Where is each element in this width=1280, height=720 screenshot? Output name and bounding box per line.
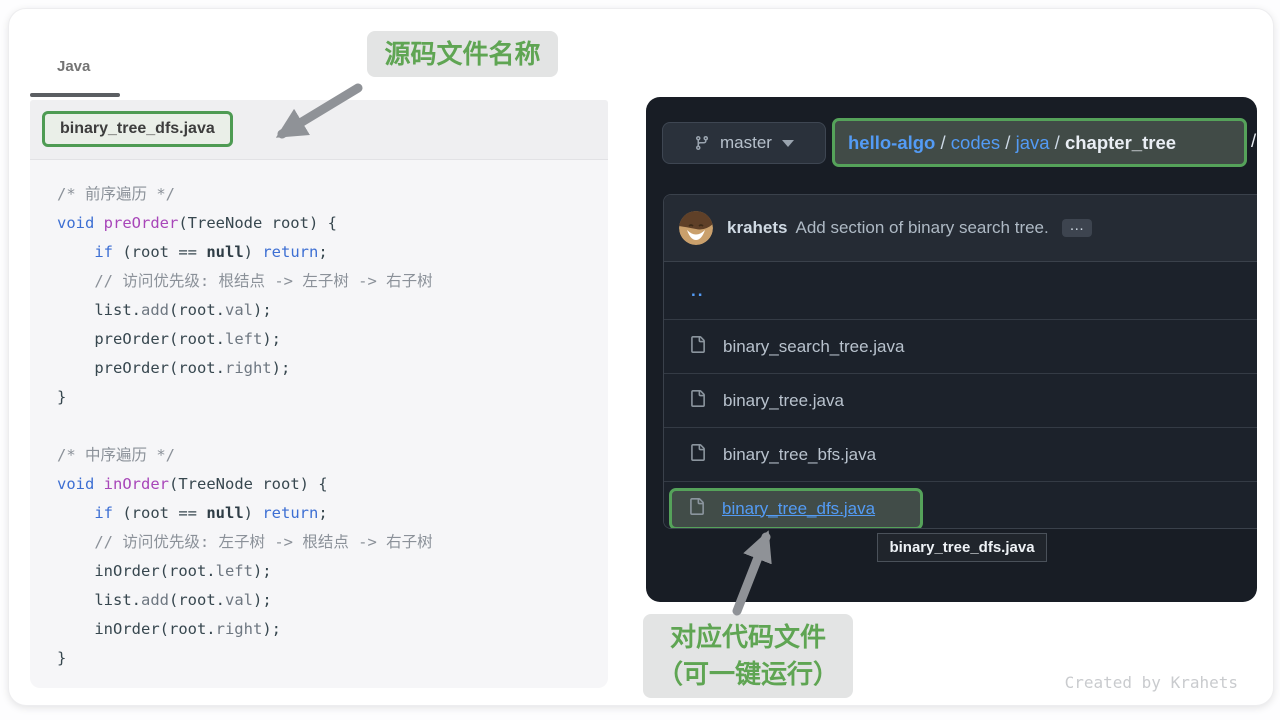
code-line: inOrder(root.right); <box>57 615 600 644</box>
code-line: list.add(root.val); <box>57 296 600 325</box>
code-line: // 访问优先级: 根结点 -> 左子树 -> 右子树 <box>57 267 600 296</box>
parent-directory-link[interactable]: .. <box>691 281 704 301</box>
parent-directory-row[interactable]: .. <box>664 262 1257 319</box>
annotation-code-file-line1: 对应代码文件 <box>643 619 853 656</box>
file-icon <box>689 336 706 358</box>
code-block: /* 前序遍历 */void preOrder(TreeNode root) {… <box>30 160 608 681</box>
breadcrumb-segment-chapter_tree: chapter_tree <box>1065 132 1176 154</box>
breadcrumb-separator: / <box>1050 132 1065 154</box>
code-line: } <box>57 383 600 412</box>
file-icon <box>689 390 706 412</box>
breadcrumb-segment-codes[interactable]: codes <box>951 132 1000 154</box>
avatar-image <box>679 211 713 245</box>
code-line: if (root == null) return; <box>57 238 600 267</box>
code-line: if (root == null) return; <box>57 499 600 528</box>
code-line: /* 中序遍历 */ <box>57 441 600 470</box>
code-line: preOrder(root.left); <box>57 325 600 354</box>
breadcrumb-segment-java[interactable]: java <box>1016 132 1050 154</box>
code-header: binary_tree_dfs.java <box>30 100 608 160</box>
code-line: preOrder(root.right); <box>57 354 600 383</box>
annotation-source-filename: 源码文件名称 <box>367 31 558 77</box>
file-link[interactable]: binary_tree_bfs.java <box>723 445 876 465</box>
code-line: } <box>57 644 600 673</box>
file-icon <box>688 498 705 520</box>
file-icon <box>689 444 706 466</box>
branch-selector-button[interactable]: master <box>662 122 826 164</box>
code-line: void inOrder(TreeNode root) { <box>57 470 600 499</box>
repo-content-box: krahets Add section of binary search tre… <box>663 194 1257 529</box>
chevron-down-icon <box>782 140 794 147</box>
watermark-credit: Created by Krahets <box>1065 673 1238 692</box>
branch-name: master <box>720 133 772 153</box>
file-row[interactable]: binary_tree_dfs.java <box>664 481 1257 529</box>
file-row[interactable]: binary_tree.java <box>664 373 1257 427</box>
screenshot-stage: Java binary_tree_dfs.java /* 前序遍历 */void… <box>0 0 1280 720</box>
avatar[interactable] <box>679 211 713 245</box>
breadcrumb-trailing-slash: / <box>1251 130 1256 152</box>
tab-active-indicator <box>30 93 120 97</box>
git-branch-icon <box>694 135 710 151</box>
github-panel: master hello-algo / codes / java / chapt… <box>646 97 1257 602</box>
code-panel: binary_tree_dfs.java /* 前序遍历 */void preO… <box>30 100 608 688</box>
file-link[interactable]: binary_search_tree.java <box>723 337 904 357</box>
annotation-code-file-line2: （可一键运行） <box>643 656 853 693</box>
code-line <box>57 412 600 441</box>
code-line: // 访问优先级: 左子树 -> 根结点 -> 右子树 <box>57 528 600 557</box>
file-row[interactable]: binary_search_tree.java <box>664 319 1257 373</box>
code-line: inOrder(root.left); <box>57 557 600 586</box>
file-list: binary_search_tree.java binary_tree.javab… <box>664 319 1257 529</box>
commit-author-link[interactable]: krahets <box>727 218 787 238</box>
breadcrumb-segment-hello-algo[interactable]: hello-algo <box>848 132 935 154</box>
file-row[interactable]: binary_tree_bfs.java <box>664 427 1257 481</box>
code-line: /* 前序遍历 */ <box>57 180 600 209</box>
file-link-highlighted[interactable]: binary_tree_dfs.java <box>722 499 875 519</box>
annotation-code-file: 对应代码文件 （可一键运行） <box>643 614 853 698</box>
source-filename-box: binary_tree_dfs.java <box>42 111 233 147</box>
latest-commit-bar: krahets Add section of binary search tre… <box>664 195 1257 262</box>
highlight-box: binary_tree_dfs.java <box>669 488 923 530</box>
code-line: list.add(root.val); <box>57 586 600 615</box>
file-link[interactable]: binary_tree.java <box>723 391 844 411</box>
commit-message-link[interactable]: Add section of binary search tree. <box>795 218 1048 238</box>
code-line: void preOrder(TreeNode root) { <box>57 209 600 238</box>
breadcrumb-separator: / <box>935 132 950 154</box>
breadcrumb-separator: / <box>1000 132 1015 154</box>
breadcrumb: hello-algo / codes / java / chapter_tree <box>832 118 1247 167</box>
commit-more-button[interactable]: … <box>1062 219 1092 237</box>
filename-tooltip: binary_tree_dfs.java <box>877 533 1047 562</box>
tab-java[interactable]: Java <box>57 58 90 75</box>
